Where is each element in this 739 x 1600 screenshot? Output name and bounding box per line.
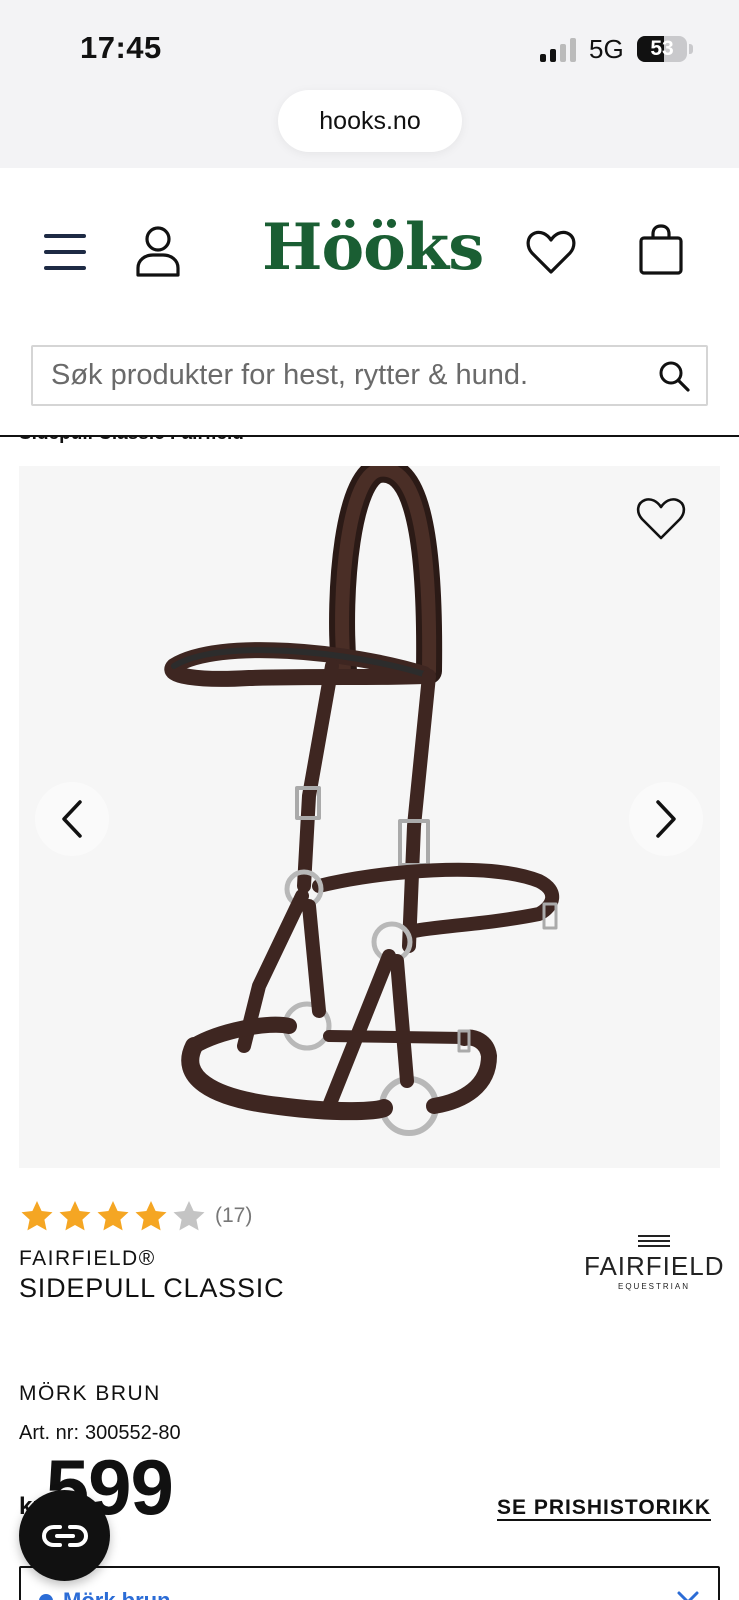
site-header: Hööks — [0, 168, 739, 338]
network-label: 5G — [589, 34, 624, 64]
star-filled-icon — [97, 1201, 129, 1231]
variant-select-value: Mörk brun — [63, 1588, 171, 1600]
brand-logo-sub: EQUESTRIAN — [617, 1282, 690, 1292]
product-title: SIDEPULL CLASSIC — [19, 1273, 285, 1303]
chevron-right-icon — [656, 800, 676, 838]
breadcrumb-text[interactable]: Sidepull Classic Fairfield — [19, 437, 244, 445]
rating-stars — [19, 1199, 209, 1233]
chevron-down-icon — [677, 1591, 699, 1600]
star-filled-icon — [135, 1201, 167, 1231]
wishlist-heart-icon[interactable] — [636, 496, 686, 542]
search-bar — [31, 345, 708, 406]
search-icon[interactable] — [658, 360, 690, 392]
star-filled-icon — [59, 1201, 91, 1231]
chevron-left-icon — [62, 800, 82, 838]
status-time: 17:45 — [80, 30, 162, 65]
browser-chrome: 17:45 5G 53 hooks.no — [0, 0, 739, 168]
chat-icon — [41, 1524, 88, 1547]
shopping-bag-icon[interactable] — [638, 224, 684, 276]
product-gallery[interactable] — [19, 466, 720, 1168]
brand-logo-word: FAIRFIELD — [584, 1251, 725, 1281]
gallery-prev-button[interactable] — [35, 782, 109, 856]
chat-button[interactable] — [19, 1490, 110, 1581]
search-input[interactable] — [51, 347, 631, 404]
article-number-label: Art. nr: — [19, 1422, 80, 1444]
price-history-link[interactable]: SE PRISHISTORIKK — [497, 1496, 711, 1520]
battery-tip — [689, 44, 693, 54]
heart-icon[interactable] — [526, 228, 576, 276]
star-empty-icon — [173, 1201, 205, 1231]
product-color-name: MÖRK BRUN — [19, 1382, 161, 1405]
product-image — [164, 466, 560, 1136]
battery-icon: 53 — [637, 36, 687, 62]
battery-percent: 53 — [650, 37, 674, 60]
review-count[interactable]: (17) — [215, 1204, 252, 1228]
brand-logo-mark — [638, 1235, 670, 1247]
site-logo[interactable]: Hööks — [262, 216, 484, 280]
signal-icon — [540, 38, 580, 62]
product-rating[interactable]: (17) — [19, 1198, 252, 1234]
hamburger-menu-icon[interactable] — [44, 234, 86, 270]
article-number-value: 300552-80 — [85, 1422, 181, 1444]
brand-logo[interactable]: FAIRFIELD EQUESTRIAN — [584, 1235, 724, 1295]
user-icon[interactable] — [135, 224, 181, 278]
product-brand[interactable]: FAIRFIELD® — [19, 1247, 156, 1271]
gallery-next-button[interactable] — [629, 782, 703, 856]
variant-select[interactable]: Mörk brun — [19, 1566, 720, 1600]
url-bar[interactable]: hooks.no — [278, 90, 462, 152]
article-number: Art. nr: 300552-80 — [19, 1422, 181, 1445]
variant-color-swatch — [39, 1594, 53, 1600]
star-filled-icon — [21, 1201, 53, 1231]
breadcrumb[interactable]: Sidepull Classic Fairfield — [19, 437, 319, 446]
